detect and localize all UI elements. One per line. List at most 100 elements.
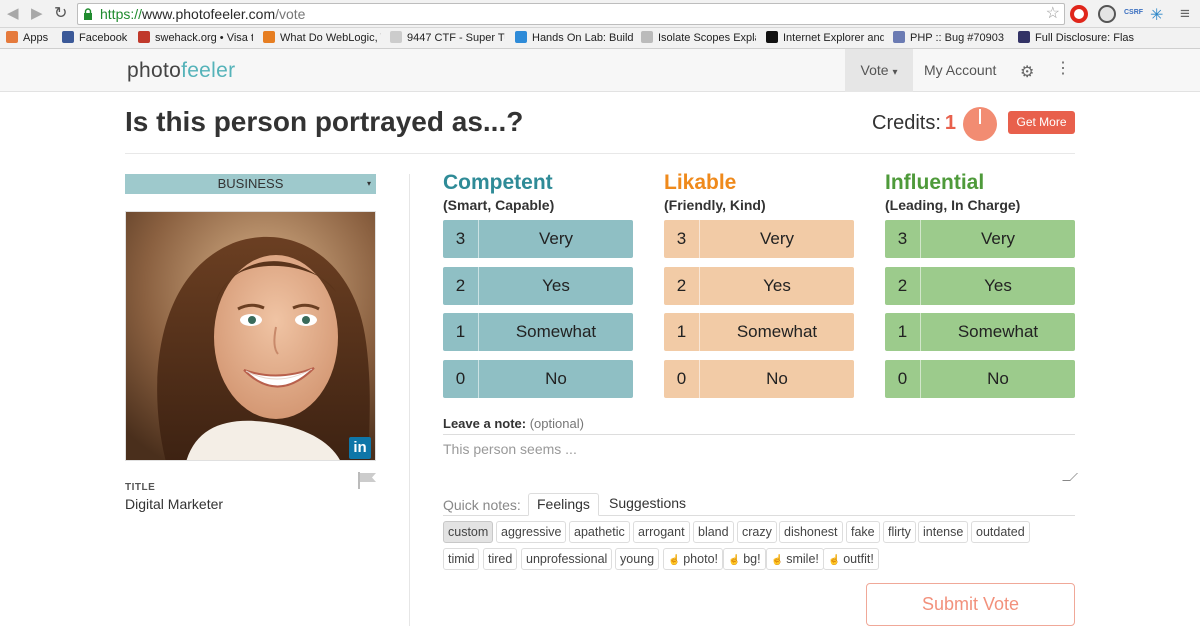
lines-icon — [641, 31, 653, 43]
bookmarks-bar: Apps Facebook swehack.org • Visa t What … — [0, 28, 1200, 49]
quick-note-tag-label: timid — [448, 552, 475, 566]
quick-note-tag[interactable]: unprofessional — [521, 548, 613, 570]
likable-yes-button[interactable]: 2 Yes — [664, 267, 854, 305]
title-value: Digital Marketer — [125, 496, 224, 512]
browser-toolbar: ◀ ▶ ↻ https://www.photofeeler.com/vote ☆… — [0, 0, 1200, 28]
bookmark-weblogic[interactable]: What Do WebLogic, W — [263, 31, 381, 46]
likable-somewhat-button[interactable]: 1 Somewhat — [664, 313, 854, 351]
quick-note-tag[interactable]: intense — [918, 521, 969, 543]
note-textarea[interactable] — [443, 434, 1075, 482]
quick-note-tag[interactable]: bland — [693, 521, 734, 543]
address-bar[interactable]: https://www.photofeeler.com/vote ☆ — [77, 3, 1065, 25]
quick-note-tag[interactable]: aggressive — [496, 521, 567, 543]
quick-note-tag-label: crazy — [742, 525, 772, 539]
quick-note-tag[interactable]: arrogant — [633, 521, 690, 543]
rating-heading: Influential — [885, 171, 985, 194]
quick-note-tag[interactable]: crazy — [737, 521, 777, 543]
competent-very-button[interactable]: 3 Very — [443, 220, 633, 258]
quick-note-tag-label: tired — [488, 552, 513, 566]
quick-note-tag-label: bg! — [743, 552, 761, 566]
submit-vote-button[interactable]: Submit Vote — [866, 583, 1075, 626]
competent-no-button[interactable]: 0 No — [443, 360, 633, 398]
competent-somewhat-button[interactable]: 1 Somewhat — [443, 313, 633, 351]
bookmark-internet-explorer[interactable]: Internet Explorer and — [766, 31, 884, 46]
quick-note-tag-label: apathetic — [574, 525, 625, 539]
quick-note-tag[interactable]: ☝ outfit! — [823, 548, 879, 570]
column-divider — [409, 174, 410, 626]
quick-note-tag-label: dishonest — [784, 525, 838, 539]
apps-grid-icon — [6, 31, 18, 43]
quick-note-tag[interactable]: tired — [483, 548, 518, 570]
more-menu-icon[interactable]: ⋮ — [1055, 60, 1071, 78]
opera-extension-icon[interactable] — [1070, 5, 1088, 23]
gear-icon[interactable]: ⚙ — [1020, 62, 1034, 82]
category-dropdown[interactable]: BUSINESS ▾ — [125, 174, 376, 194]
competent-yes-button[interactable]: 2 Yes — [443, 267, 633, 305]
quick-note-tag-label: outfit! — [843, 552, 874, 566]
quick-note-tag[interactable]: custom — [443, 521, 494, 543]
quick-note-tag[interactable]: ☝ photo! — [663, 548, 723, 570]
page-title: Is this person portrayed as...? — [125, 106, 524, 137]
bookmark-hands-on-lab[interactable]: Hands On Lab: Build — [515, 31, 633, 46]
reload-icon[interactable]: ↻ — [54, 5, 67, 23]
quick-note-tag-label: flirty — [888, 525, 911, 539]
site-navbar: photofeeler Vote ▾ My Account ⚙ ⋮ — [0, 49, 1200, 92]
quick-note-tag[interactable]: apathetic — [569, 521, 630, 543]
quick-note-tag[interactable]: ☝ bg! — [723, 548, 766, 570]
bookmark-facebook[interactable]: Facebook — [62, 31, 132, 46]
lock-icon — [84, 8, 92, 20]
quick-note-tag[interactable]: outdated — [971, 521, 1030, 543]
quick-notes-label: Quick notes: — [443, 497, 521, 513]
get-more-button[interactable]: Get More — [1008, 111, 1075, 134]
chevron-down-icon: ▾ — [892, 67, 898, 78]
network-extension-icon[interactable]: ✳ — [1150, 5, 1163, 25]
tab-suggestions[interactable]: Suggestions — [601, 493, 694, 516]
bookmark-star-icon[interactable]: ☆ — [1046, 4, 1060, 24]
url-path: /vote — [275, 6, 306, 22]
quick-note-tag-label: smile! — [786, 552, 819, 566]
facebook-icon — [62, 31, 74, 43]
likable-very-button[interactable]: 3 Very — [664, 220, 854, 258]
bookmark-swehack[interactable]: swehack.org • Visa t — [138, 31, 253, 46]
quick-note-tag-label: photo! — [683, 552, 718, 566]
chrome-menu-icon[interactable]: ≡ — [1180, 4, 1190, 24]
bookmark-apps[interactable]: Apps — [6, 31, 54, 46]
influential-no-button[interactable]: 0 No — [885, 360, 1075, 398]
thumbs-up-icon: ☝ — [828, 555, 844, 566]
m-logo-icon — [766, 31, 778, 43]
quick-note-tag[interactable]: ☝ smile! — [766, 548, 824, 570]
bookmark-php-bug[interactable]: PHP :: Bug #70903 :: — [893, 31, 1008, 46]
forward-icon[interactable]: ▶ — [31, 5, 43, 23]
bookmark-isolate-scopes[interactable]: Isolate Scopes Expla — [641, 31, 756, 46]
bookmark-9447-ctf[interactable]: 9447 CTF - Super Tu — [390, 31, 505, 46]
quick-note-tag[interactable]: young — [615, 548, 660, 570]
chevron-down-icon: ▾ — [366, 179, 371, 188]
influential-somewhat-button[interactable]: 1 Somewhat — [885, 313, 1075, 351]
quick-note-tag[interactable]: fake — [846, 521, 880, 543]
likable-no-button[interactable]: 0 No — [664, 360, 854, 398]
influential-very-button[interactable]: 3 Very — [885, 220, 1075, 258]
windows-icon — [515, 31, 527, 43]
rating-column-competent: Competent (Smart, Capable) 3 Very 2 Yes 1S… — [443, 172, 633, 398]
quick-note-tag[interactable]: flirty — [883, 521, 916, 543]
note-label: Leave a note: (optional) — [443, 416, 584, 431]
linkedin-icon[interactable]: in — [349, 437, 371, 459]
tab-feelings[interactable]: Feelings — [528, 493, 599, 516]
extension-globe-icon[interactable] — [1098, 5, 1116, 23]
quick-note-tag[interactable]: dishonest — [779, 521, 843, 543]
photofeeler-logo[interactable]: photofeeler — [127, 59, 235, 83]
rating-subheading: (Friendly, Kind) — [664, 197, 766, 213]
title-label: TITLE — [125, 482, 156, 493]
weblogic-icon — [263, 31, 275, 43]
quick-note-tag-label: outdated — [976, 525, 1025, 539]
quick-note-tag-label: bland — [698, 525, 729, 539]
page-icon — [390, 31, 402, 43]
nav-vote-dropdown[interactable]: Vote ▾ — [845, 49, 913, 92]
back-icon[interactable]: ◀ — [7, 5, 19, 23]
flag-icon[interactable] — [357, 471, 377, 489]
bookmark-full-disclosure[interactable]: Full Disclosure: Flas — [1018, 31, 1134, 46]
nav-my-account[interactable]: My Account — [924, 49, 996, 92]
influential-yes-button[interactable]: 2 Yes — [885, 267, 1075, 305]
quick-note-tag[interactable]: timid — [443, 548, 480, 570]
csrf-extension-icon[interactable]: CSRF — [1124, 9, 1143, 16]
